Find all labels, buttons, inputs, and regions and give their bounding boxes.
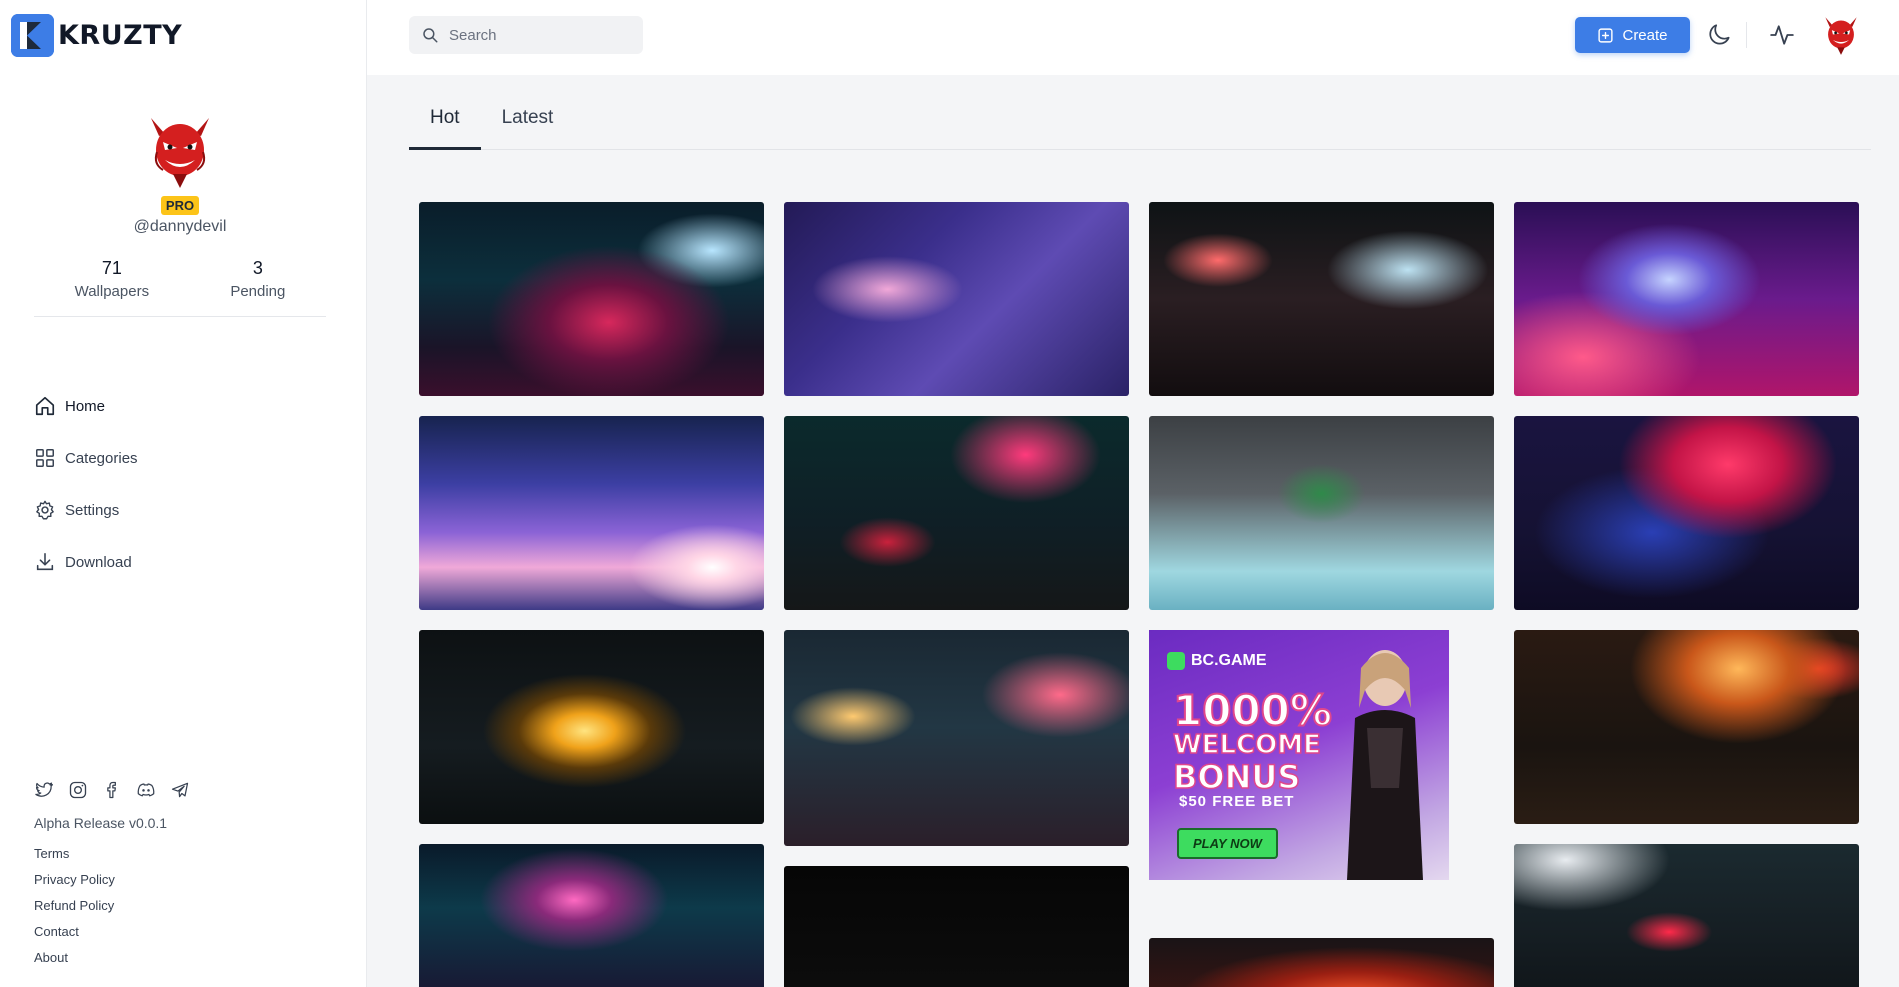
footer-link-terms[interactable]: Terms [34, 841, 190, 867]
sidebar-item-label: Download [65, 553, 132, 571]
telegram-icon[interactable] [170, 780, 190, 800]
stat-value: 71 [101, 258, 122, 278]
stat-label: Pending [230, 283, 286, 300]
feed-tabs: Hot Latest [409, 100, 1871, 150]
search-input[interactable] [449, 26, 619, 44]
wallpaper-thumbnail[interactable] [419, 416, 764, 610]
sidebar-item-settings[interactable]: Settings [34, 484, 138, 536]
sidebar-item-download[interactable]: Download [34, 536, 138, 588]
wallpaper-thumbnail[interactable] [784, 202, 1129, 396]
plus-square-icon [1598, 27, 1614, 43]
grid-icon [36, 449, 54, 467]
create-button[interactable]: Create [1575, 17, 1690, 53]
download-icon [36, 552, 54, 571]
sidebar-item-label: Home [65, 397, 106, 415]
discord-icon[interactable] [136, 780, 156, 800]
pro-badge: PRO [160, 196, 200, 215]
wallpaper-thumbnail[interactable] [1514, 630, 1859, 824]
app-name: KRUZTY [58, 20, 183, 51]
wallpaper-thumbnail[interactable] [1514, 844, 1859, 987]
user-avatar[interactable] [1821, 14, 1861, 56]
stat-value: 3 [252, 258, 263, 278]
stat-wallpapers: 71 Wallpapers [75, 258, 149, 300]
sidebar-item-home[interactable]: Home [34, 380, 138, 432]
wallpaper-thumbnail[interactable] [784, 630, 1129, 846]
profile-card: PRO @dannydevil 71 Wallpapers 3 Pending [34, 112, 326, 317]
ad-model-image [1347, 650, 1423, 880]
sidebar-nav: Home Categories Settings Download [34, 380, 138, 588]
ad-line-bonus: BONUS [1172, 757, 1301, 797]
advertisement-banner[interactable]: BC.GAME 1000% WELCOME BONUS $50 FREE BET… [1149, 630, 1449, 880]
sidebar: KRUZTY PRO @dannydevil 71 Wallpapers 3 P… [0, 0, 367, 987]
wallpaper-thumbnail[interactable] [1149, 202, 1494, 396]
ad-offer: $50 FREE BET [1179, 793, 1295, 810]
wallpaper-thumbnail[interactable] [1514, 202, 1859, 396]
footer-link-contact[interactable]: Contact [34, 919, 190, 945]
wallpaper-thumbnail[interactable] [1149, 416, 1494, 610]
wallpaper-thumbnail[interactable] [1514, 416, 1859, 610]
wallpaper-thumbnail[interactable] [1149, 938, 1494, 987]
stat-label: Wallpapers [74, 283, 150, 300]
wallpaper-thumbnail[interactable] [419, 202, 764, 396]
facebook-icon[interactable] [102, 780, 122, 800]
top-bar: Create [367, 0, 1899, 75]
wallpaper-thumbnail[interactable] [419, 630, 764, 824]
sidebar-item-label: Categories [65, 449, 138, 467]
footer-link-refund[interactable]: Refund Policy [34, 893, 190, 919]
ad-brand: BC.GAME [1167, 652, 1267, 670]
wallpaper-thumbnail[interactable] [419, 844, 764, 987]
release-version: Alpha Release v0.0.1 [34, 815, 168, 831]
wallpaper-thumbnail[interactable] [784, 416, 1129, 610]
sidebar-footer: Alpha Release v0.0.1 Terms Privacy Polic… [34, 780, 190, 971]
profile-stats: 71 Wallpapers 3 Pending [34, 258, 326, 317]
instagram-icon[interactable] [68, 780, 88, 800]
ad-headline: 1000% [1172, 685, 1333, 736]
app-logo[interactable]: KRUZTY [11, 14, 182, 57]
wallpaper-thumbnail[interactable] [784, 866, 1129, 987]
ad-line-welcome: WELCOME [1172, 729, 1321, 761]
search-icon [423, 28, 438, 43]
social-links [34, 780, 190, 800]
sidebar-item-categories[interactable]: Categories [34, 432, 138, 484]
tab-hot[interactable]: Hot [409, 100, 481, 150]
sidebar-item-label: Settings [65, 501, 120, 519]
divider [1746, 22, 1747, 48]
footer-link-privacy[interactable]: Privacy Policy [34, 867, 190, 893]
footer-link-about[interactable]: About [34, 945, 190, 971]
footer-links: Terms Privacy Policy Refund Policy Conta… [34, 841, 190, 971]
username: @dannydevil [133, 218, 227, 235]
search-box[interactable] [409, 16, 643, 54]
stat-pending: 3 Pending [230, 258, 285, 300]
ad-play-now-button[interactable]: PLAY NOW [1177, 828, 1278, 859]
tab-latest[interactable]: Latest [481, 100, 575, 150]
create-label: Create [1622, 26, 1668, 44]
gear-icon [36, 500, 54, 520]
wallpaper-grid: BC.GAME 1000% WELCOME BONUS $50 FREE BET… [419, 202, 1859, 987]
home-icon [35, 396, 55, 416]
logo-icon [11, 14, 54, 57]
activity-icon[interactable] [1769, 22, 1795, 48]
twitter-icon[interactable] [34, 780, 54, 800]
moon-icon[interactable] [1707, 22, 1733, 48]
avatar[interactable] [143, 112, 217, 190]
